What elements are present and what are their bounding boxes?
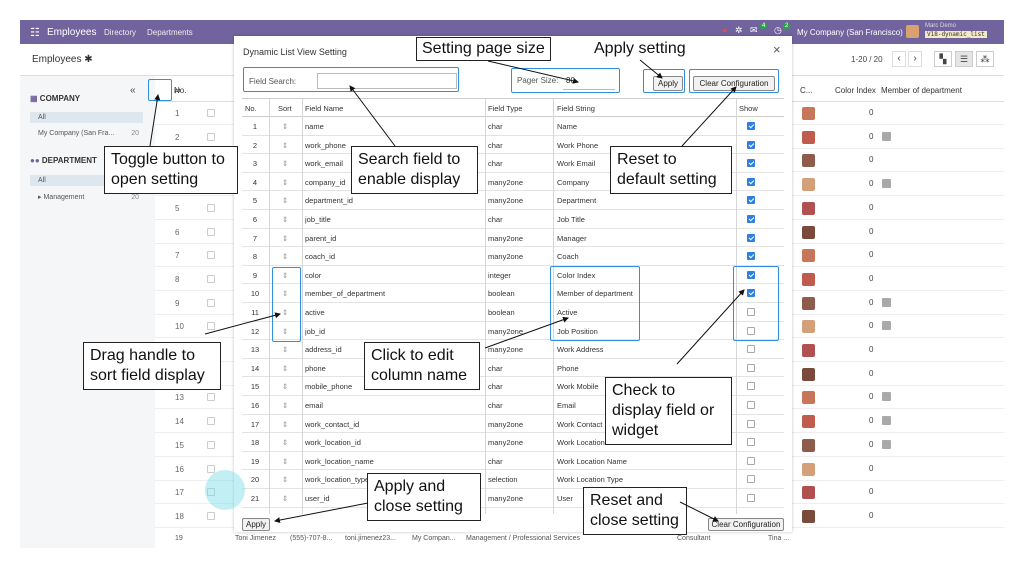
annotation-arrows xyxy=(149,59,745,523)
